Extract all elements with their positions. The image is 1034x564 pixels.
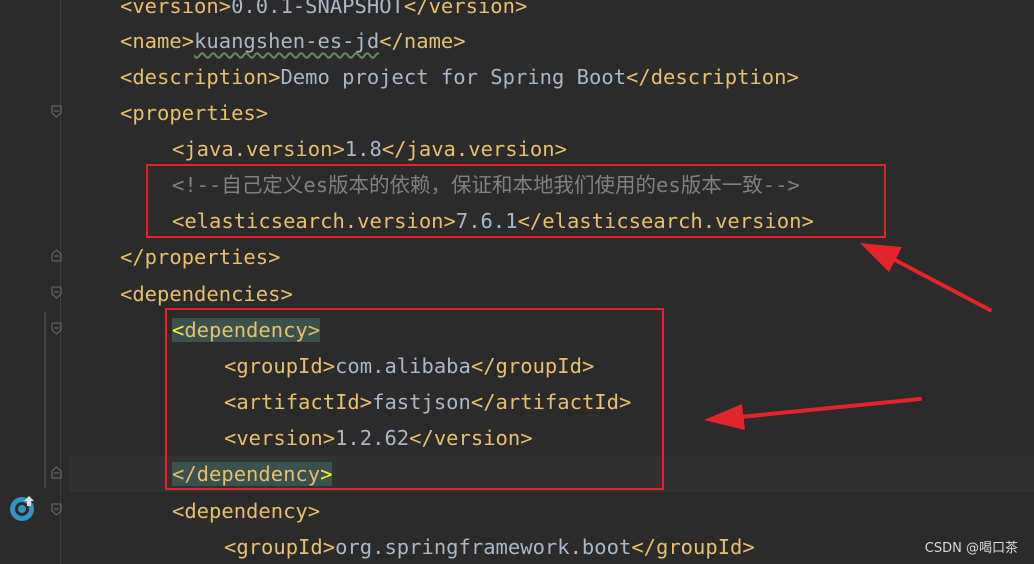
code-line-groupid-spring[interactable]: <groupId>org.springframework.boot</group… [224,529,755,564]
code-line-dependencies-open[interactable]: <dependencies> [120,276,293,312]
vcs-change-marker [44,312,46,488]
xml-tag: <java.version> [172,137,345,161]
fold-marker-icon[interactable] [51,322,62,335]
gutter-separator [60,0,61,564]
tag-value: 0.0.1-SNAPSHOT [231,0,404,18]
watermark: CSDN @喝口茶 [924,541,1018,556]
code-line-dependency2-open[interactable]: <dependency> [172,493,320,529]
code-line-properties-open[interactable]: <properties> [120,95,268,131]
fold-marker-icon[interactable] [51,286,62,299]
xml-tag: </version> [403,0,528,18]
fold-marker-icon[interactable] [51,503,62,516]
gutter [0,0,70,564]
xml-tag: </description> [626,65,799,89]
code-line-java-version[interactable]: <java.version>1.8</java.version> [172,131,567,167]
code-line-description[interactable]: <description>Demo project for Spring Boo… [120,59,799,95]
tag-value: 1.8 [344,137,382,161]
annotation-arrow [704,397,922,430]
fold-marker-icon[interactable] [51,249,62,262]
tag-value: org.springframework.boot [335,535,632,559]
deploy-icon[interactable] [9,494,37,522]
fold-marker-icon[interactable] [51,105,62,118]
xml-tag: </groupId> [631,535,755,559]
xml-tag: </properties> [120,245,281,269]
annotation-arrow [860,243,992,312]
tag-value: kuangshen-es-jd [194,29,380,53]
xml-tag: </java.version> [381,137,567,161]
code-line-version[interactable]: <version>0.0.1-SNAPSHOT</version> [120,0,527,24]
xml-tag: </name> [379,29,466,53]
xml-tag: <version> [120,0,232,18]
code-editor[interactable]: <version>0.0.1-SNAPSHOT</version> <name>… [0,0,1034,564]
xml-tag: <dependency> [172,499,321,523]
code-line-name[interactable]: <name>kuangshen-es-jd</name> [120,23,466,59]
xml-tag: <dependencies> [120,282,293,306]
tag-value: Demo project for Spring Boot [280,65,627,89]
xml-tag: <groupId> [224,535,336,559]
xml-tag: <description> [120,65,281,89]
annotation-box-es-version [146,164,886,238]
fold-marker-icon[interactable] [51,466,62,479]
xml-tag: <name> [120,29,195,53]
xml-tag: <properties> [120,101,269,125]
code-line-properties-close[interactable]: </properties> [120,239,280,275]
annotation-box-fastjson-dependency [165,308,664,490]
